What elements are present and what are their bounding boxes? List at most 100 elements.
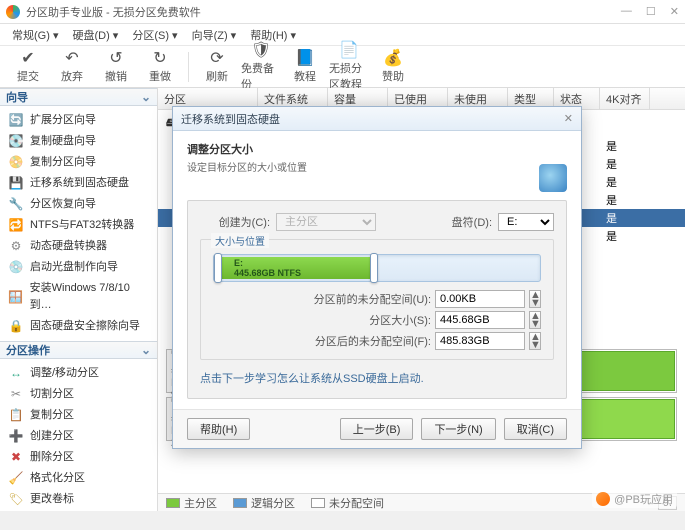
toolbar-icon: ⟳ <box>210 50 223 68</box>
drive-letter-select[interactable]: E: <box>498 213 554 231</box>
spinner[interactable]: ▲▼ <box>529 332 541 350</box>
nav-item-icon: ✖ <box>8 450 24 466</box>
toolbar-刷新[interactable]: ⟳刷新 <box>197 48 237 86</box>
toolbar-icon: ↻ <box>153 50 166 68</box>
menu-item[interactable]: 硬盘(D) ▾ <box>66 25 124 45</box>
slider-handle-right[interactable] <box>370 253 378 283</box>
slider-handle-left[interactable] <box>214 253 222 283</box>
create-as-label: 创建为(C): <box>200 214 270 230</box>
nav-item[interactable]: 🔁 NTFS与FAT32转换器 <box>0 215 157 236</box>
nav-item[interactable]: 💿启动光盘制作向导 <box>0 257 157 278</box>
nav-item-icon: 🔁 <box>8 218 24 234</box>
nav-item[interactable]: 📀复制分区向导 <box>0 152 157 173</box>
nav-item[interactable]: 🔤更改盘符 <box>0 510 157 511</box>
nav-item-icon: 🔒 <box>8 319 24 335</box>
nav-item-label: 分区恢复向导 <box>30 196 96 213</box>
nav-item-label: NTFS与FAT32转换器 <box>30 217 134 234</box>
nav-item[interactable]: ✖ 删除分区 <box>0 447 157 468</box>
toolbar-icon: ↶ <box>65 50 78 68</box>
ops-panel-title: 分区操作 <box>6 342 50 358</box>
dialog-title: 迁移系统到固态硬盘 <box>181 111 280 127</box>
legend-primary: 主分区 <box>166 495 217 511</box>
next-button[interactable]: 下一步(N) <box>421 418 495 440</box>
partition-slider[interactable]: E: 445.68GB NTFS <box>213 254 541 282</box>
toolbar-icon: 💰 <box>383 50 403 68</box>
toolbar-撤销[interactable]: ↺撤销 <box>96 48 136 86</box>
nav-item-label: 调整/移动分区 <box>30 365 99 382</box>
wizard-icon <box>539 164 567 192</box>
minimize-button[interactable]: — <box>621 5 632 18</box>
nav-item[interactable]: ⚙动态硬盘转换器 <box>0 236 157 257</box>
nav-item[interactable]: ✂ 切割分区 <box>0 384 157 405</box>
nav-item[interactable]: ↔调整/移动分区 <box>0 363 157 384</box>
toolbar-免费备份[interactable]: 🛡免费备份 <box>241 48 281 86</box>
spinner[interactable]: ▲▼ <box>529 290 541 308</box>
collapse-icon: ⌄ <box>141 343 151 357</box>
nav-item[interactable]: 🏷更改卷标 <box>0 489 157 510</box>
toolbar-icon: 📘 <box>295 50 315 68</box>
nav-item-label: 切割分区 <box>30 386 74 403</box>
toolbar-无损分区教程[interactable]: 📄无损分区教程 <box>329 48 369 86</box>
close-button[interactable]: ✕ <box>670 5 679 18</box>
ops-list: ↔调整/移动分区 ✂ 切割分区 📋复制分区➕创建分区 ✖ 删除分区 🧹 格式化分区 🏷更改卷标🔤… <box>0 359 157 511</box>
nav-item-icon: 📋 <box>8 408 24 424</box>
nav-item-icon: 🧹 <box>8 471 24 487</box>
column-header[interactable]: 4K对齐 <box>600 88 650 109</box>
collapse-icon: ⌄ <box>141 90 151 104</box>
drive-letter-label: 盘符(D): <box>442 214 492 230</box>
nav-item[interactable]: 💽 复制硬盘向导 <box>0 131 157 152</box>
menu-item[interactable]: 分区(S) ▾ <box>126 25 183 45</box>
nav-item-icon: 🪟 <box>8 289 24 305</box>
nav-item-label: 扩展分区向导 <box>30 112 96 129</box>
ops-panel-header[interactable]: 分区操作 ⌄ <box>0 341 157 359</box>
toolbar-separator <box>188 52 189 82</box>
toolbar-重做[interactable]: ↻重做 <box>140 48 180 86</box>
nav-item[interactable]: ➕创建分区 <box>0 426 157 447</box>
nav-item[interactable]: 📋复制分区 <box>0 405 157 426</box>
partition-size-label: 分区大小(S): <box>301 312 431 328</box>
space-before-label: 分区前的未分配空间(U): <box>301 291 431 307</box>
nav-item[interactable]: 💾迁移系统到固态硬盘 <box>0 173 157 194</box>
menu-item[interactable]: 向导(Z) ▾ <box>186 25 243 45</box>
toolbar-赞助[interactable]: 💰赞助 <box>373 48 413 86</box>
nav-item[interactable]: 🪟安装Windows 7/8/10到… <box>0 278 157 316</box>
wizard-panel-title: 向导 <box>6 89 28 105</box>
nav-item[interactable]: 🔒固态硬盘安全擦除向导 <box>0 316 157 337</box>
left-sidebar: 向导 ⌄ 🔄扩展分区向导 💽 复制硬盘向导 📀复制分区向导💾迁移系统到固态硬盘🔧分区恢… <box>0 88 158 511</box>
toolbar-icon: 🛡 <box>251 42 271 60</box>
nav-item-icon: ➕ <box>8 429 24 445</box>
partition-size-input[interactable] <box>435 311 525 329</box>
nav-item[interactable]: 🔄扩展分区向导 <box>0 110 157 131</box>
toolbar: ✔提交↶放弃↺撤销↻重做 ⟳刷新🛡免费备份📘教程📄无损分区教程💰赞助 <box>0 46 685 88</box>
nav-item-icon: ⚙ <box>8 239 24 255</box>
titlebar: 分区助手专业版 - 无损分区免费软件 — ☐ ✕ <box>0 0 685 24</box>
back-button[interactable]: 上一步(B) <box>340 418 414 440</box>
nav-item-icon: 📀 <box>8 155 24 171</box>
toolbar-提交[interactable]: ✔提交 <box>8 48 48 86</box>
toolbar-icon: ✔ <box>21 50 34 68</box>
nav-item-icon: ✂ <box>8 387 24 403</box>
legend-logical: 逻辑分区 <box>233 495 295 511</box>
help-button[interactable]: 帮助(H) <box>187 418 250 440</box>
wizard-list: 🔄扩展分区向导 💽 复制硬盘向导 📀复制分区向导💾迁移系统到固态硬盘🔧分区恢复向导 🔁 N… <box>0 106 157 341</box>
toolbar-教程[interactable]: 📘教程 <box>285 48 325 86</box>
dialog-hint: 点击下一步学习怎么让系统从SSD硬盘上启动. <box>200 370 554 386</box>
nav-item[interactable]: 🔧分区恢复向导 <box>0 194 157 215</box>
watermark: @PB玩应用 <box>592 490 677 508</box>
toolbar-放弃[interactable]: ↶放弃 <box>52 48 92 86</box>
dialog-body: 调整分区大小 设定目标分区的大小或位置 创建为(C): 主分区 盘符(D): E… <box>173 131 581 409</box>
nav-item[interactable]: 🧹 格式化分区 <box>0 468 157 489</box>
cancel-button[interactable]: 取消(C) <box>504 418 567 440</box>
space-before-input[interactable] <box>435 290 525 308</box>
space-after-input[interactable] <box>435 332 525 350</box>
nav-item-label: 格式化分区 <box>30 470 85 487</box>
wizard-panel-header[interactable]: 向导 ⌄ <box>0 88 157 106</box>
dialog-close-icon[interactable]: ✕ <box>564 112 573 125</box>
menu-item[interactable]: 常规(G) ▾ <box>6 25 64 45</box>
dialog-subtitle: 设定目标分区的大小或位置 <box>187 159 567 174</box>
nav-item-label: 复制硬盘向导 <box>30 133 96 150</box>
spinner[interactable]: ▲▼ <box>529 311 541 329</box>
nav-item-label: 删除分区 <box>30 449 74 466</box>
maximize-button[interactable]: ☐ <box>646 5 656 18</box>
nav-item-icon: 💽 <box>8 134 24 150</box>
